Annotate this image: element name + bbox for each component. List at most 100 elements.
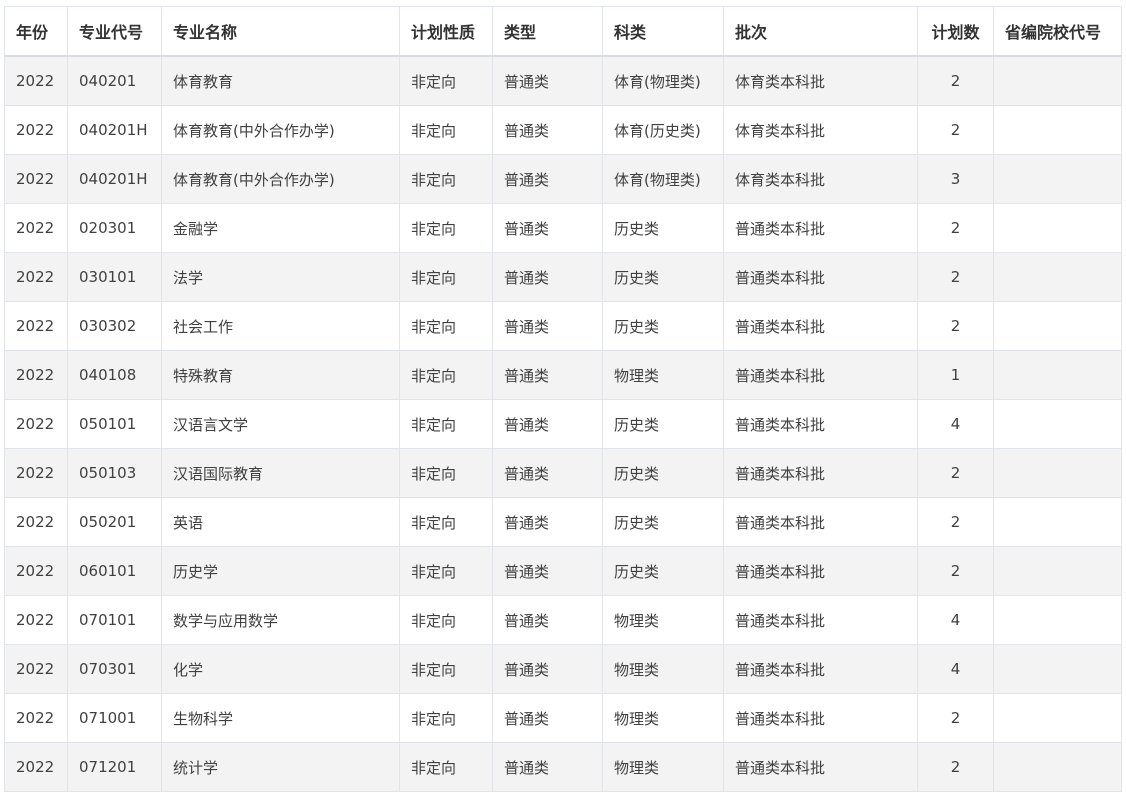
- cell-batch: 普通类本科批: [723, 301, 918, 351]
- cell-plan-nature: 非定向: [399, 252, 493, 302]
- cell-major-name: 英语: [161, 497, 400, 547]
- cell-plan-count: 2: [917, 252, 994, 302]
- cell-year: 2022: [4, 546, 68, 596]
- cell-subject-category: 体育(物理类): [602, 154, 724, 204]
- cell-major-code: 050103: [67, 448, 162, 498]
- cell-major-name: 数学与应用数学: [161, 595, 400, 645]
- cell-school-code: [993, 595, 1122, 645]
- cell-plan-nature: 非定向: [399, 203, 493, 253]
- cell-batch: 体育类本科批: [723, 105, 918, 155]
- cell-batch: 体育类本科批: [723, 154, 918, 204]
- cell-type: 普通类: [492, 154, 603, 204]
- cell-school-code: [993, 693, 1122, 743]
- table-row: 2022 040201H 体育教育(中外合作办学) 非定向 普通类 体育(历史类) 体育类本…: [4, 105, 1122, 155]
- cell-subject-category: 历史类: [602, 448, 724, 498]
- cell-major-name: 金融学: [161, 203, 400, 253]
- cell-school-code: [993, 301, 1122, 351]
- cell-year: 2022: [4, 644, 68, 694]
- cell-plan-count: 4: [917, 399, 994, 449]
- cell-plan-nature: 非定向: [399, 105, 493, 155]
- cell-subject-category: 物理类: [602, 350, 724, 400]
- table-row: 2022 040201H 体育教育(中外合作办学) 非定向 普通类 体育(物理类) 体育类本…: [4, 154, 1122, 204]
- table-row: 2022 070301 化学 非定向 普通类 物理类 普通类本科批 4: [4, 644, 1122, 694]
- cell-major-name: 特殊教育: [161, 350, 400, 400]
- cell-year: 2022: [4, 497, 68, 547]
- cell-subject-category: 体育(物理类): [602, 55, 724, 106]
- cell-year: 2022: [4, 350, 68, 400]
- header-type: 类型: [492, 6, 603, 57]
- header-major-name: 专业名称: [161, 6, 400, 57]
- cell-type: 普通类: [492, 55, 603, 106]
- cell-batch: 普通类本科批: [723, 644, 918, 694]
- cell-plan-count: 2: [917, 546, 994, 596]
- cell-plan-count: 2: [917, 742, 994, 792]
- cell-year: 2022: [4, 105, 68, 155]
- cell-school-code: [993, 154, 1122, 204]
- cell-plan-count: 1: [917, 350, 994, 400]
- cell-plan-nature: 非定向: [399, 497, 493, 547]
- cell-batch: 普通类本科批: [723, 203, 918, 253]
- cell-major-code: 040201H: [67, 105, 162, 155]
- cell-subject-category: 体育(历史类): [602, 105, 724, 155]
- cell-plan-nature: 非定向: [399, 350, 493, 400]
- cell-major-code: 070301: [67, 644, 162, 694]
- cell-batch: 普通类本科批: [723, 546, 918, 596]
- cell-year: 2022: [4, 301, 68, 351]
- cell-subject-category: 历史类: [602, 399, 724, 449]
- cell-plan-nature: 非定向: [399, 742, 493, 792]
- cell-type: 普通类: [492, 399, 603, 449]
- table-row: 2022 060101 历史学 非定向 普通类 历史类 普通类本科批 2: [4, 546, 1122, 596]
- cell-plan-count: 2: [917, 203, 994, 253]
- cell-school-code: [993, 350, 1122, 400]
- cell-plan-nature: 非定向: [399, 595, 493, 645]
- cell-major-code: 030101: [67, 252, 162, 302]
- cell-type: 普通类: [492, 448, 603, 498]
- cell-major-code: 070101: [67, 595, 162, 645]
- cell-major-code: 071001: [67, 693, 162, 743]
- cell-type: 普通类: [492, 644, 603, 694]
- cell-type: 普通类: [492, 595, 603, 645]
- cell-subject-category: 历史类: [602, 546, 724, 596]
- cell-major-code: 060101: [67, 546, 162, 596]
- header-major-code: 专业代号: [67, 6, 162, 57]
- cell-subject-category: 历史类: [602, 252, 724, 302]
- cell-major-name: 汉语言文学: [161, 399, 400, 449]
- cell-batch: 普通类本科批: [723, 595, 918, 645]
- cell-school-code: [993, 644, 1122, 694]
- cell-major-code: 050101: [67, 399, 162, 449]
- header-plan-nature: 计划性质: [399, 6, 493, 57]
- cell-plan-nature: 非定向: [399, 693, 493, 743]
- cell-type: 普通类: [492, 105, 603, 155]
- cell-batch: 普通类本科批: [723, 693, 918, 743]
- cell-major-code: 050201: [67, 497, 162, 547]
- cell-school-code: [993, 105, 1122, 155]
- cell-plan-nature: 非定向: [399, 644, 493, 694]
- cell-major-name: 体育教育(中外合作办学): [161, 105, 400, 155]
- cell-plan-count: 2: [917, 693, 994, 743]
- cell-major-name: 汉语国际教育: [161, 448, 400, 498]
- cell-subject-category: 物理类: [602, 644, 724, 694]
- header-subject-category: 科类: [602, 6, 724, 57]
- cell-major-name: 法学: [161, 252, 400, 302]
- cell-plan-nature: 非定向: [399, 154, 493, 204]
- cell-plan-count: 4: [917, 644, 994, 694]
- cell-school-code: [993, 546, 1122, 596]
- cell-subject-category: 物理类: [602, 742, 724, 792]
- table-row: 2022 050201 英语 非定向 普通类 历史类 普通类本科批 2: [4, 497, 1122, 547]
- cell-major-code: 020301: [67, 203, 162, 253]
- table-row: 2022 030302 社会工作 非定向 普通类 历史类 普通类本科批 2: [4, 301, 1122, 351]
- enrollment-plan-table-container: 年份 专业代号 专业名称 计划性质 类型 科类 批次 计划数 省编院校代号 20…: [4, 6, 1122, 792]
- cell-batch: 普通类本科批: [723, 497, 918, 547]
- cell-batch: 普通类本科批: [723, 399, 918, 449]
- table-row: 2022 050101 汉语言文学 非定向 普通类 历史类 普通类本科批 4: [4, 399, 1122, 449]
- cell-major-name: 生物科学: [161, 693, 400, 743]
- cell-type: 普通类: [492, 497, 603, 547]
- cell-major-name: 统计学: [161, 742, 400, 792]
- table-row: 2022 070101 数学与应用数学 非定向 普通类 物理类 普通类本科批 4: [4, 595, 1122, 645]
- cell-school-code: [993, 203, 1122, 253]
- cell-subject-category: 物理类: [602, 595, 724, 645]
- header-school-code: 省编院校代号: [993, 6, 1122, 57]
- header-batch: 批次: [723, 6, 918, 57]
- table-body: 2022 040201 体育教育 非定向 普通类 体育(物理类) 体育类本科批 2 2022 04…: [4, 55, 1122, 792]
- cell-plan-count: 2: [917, 448, 994, 498]
